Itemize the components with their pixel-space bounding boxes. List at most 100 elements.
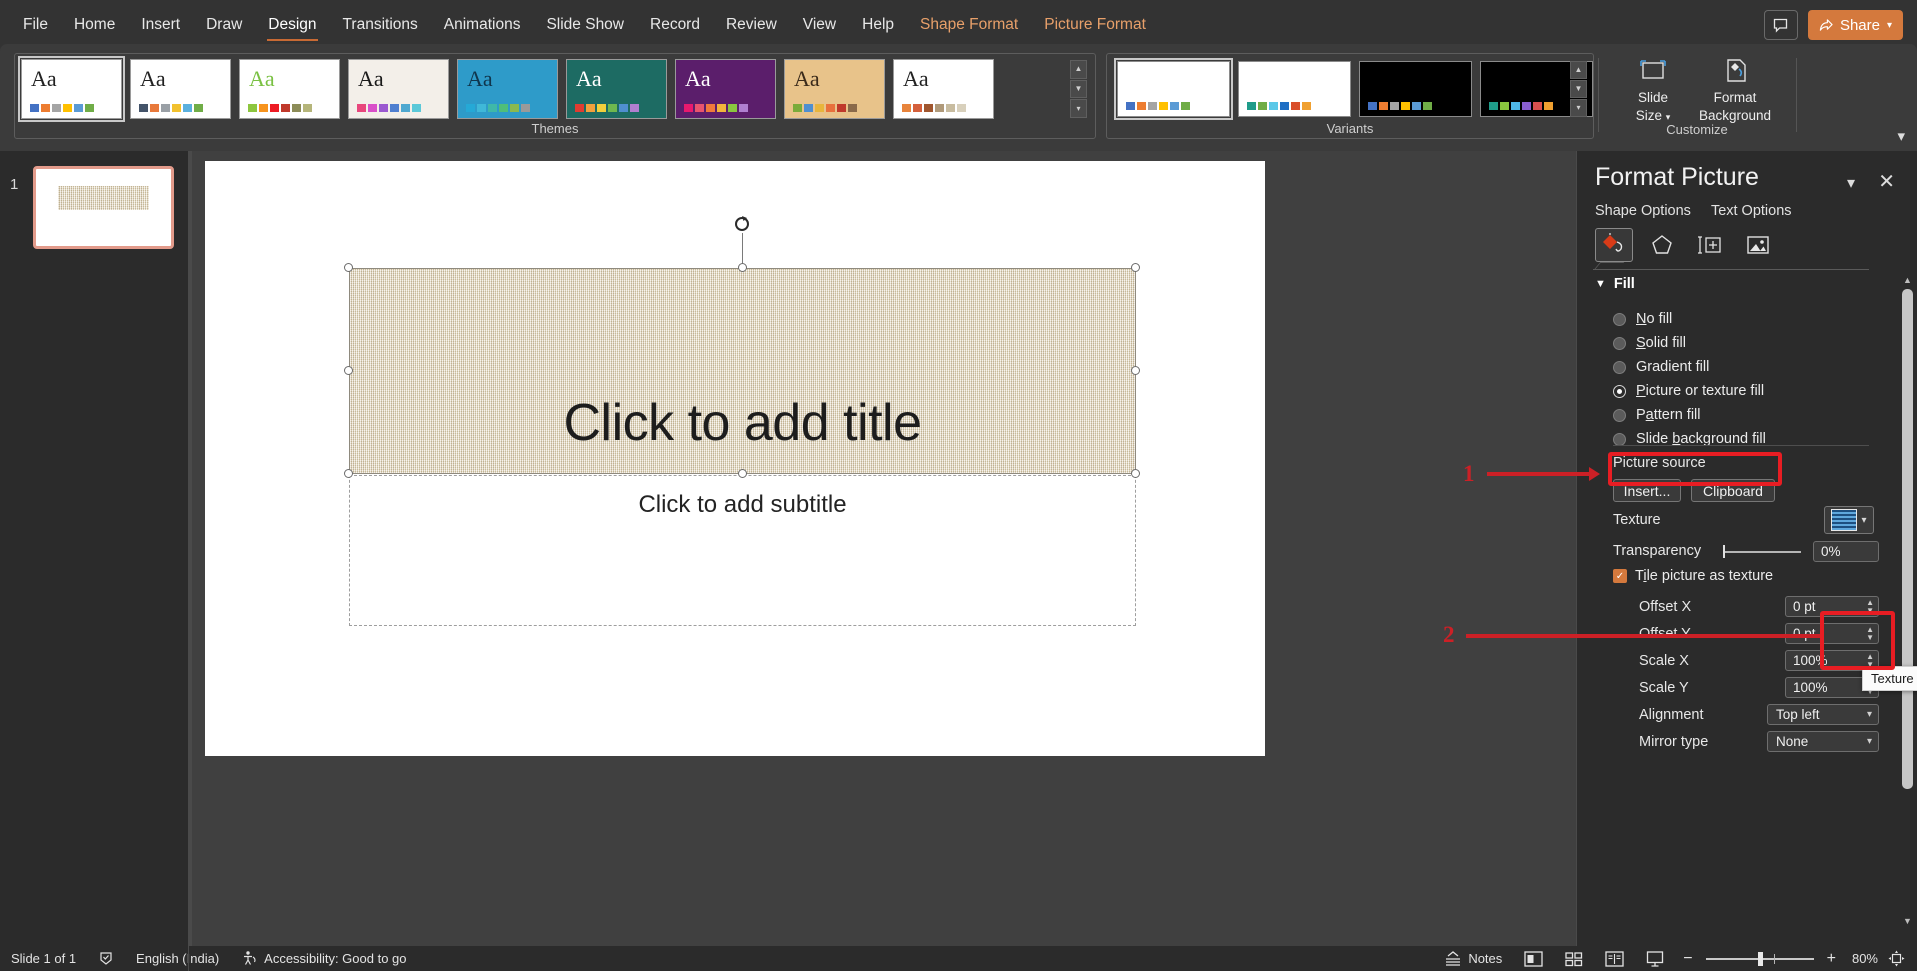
handle-bottom-center[interactable] [738, 469, 747, 478]
spellcheck-button[interactable] [87, 946, 125, 971]
variant-1[interactable] [1114, 58, 1233, 120]
ribbon-tab-record[interactable]: Record [637, 3, 713, 47]
themes-gallery[interactable]: Aa Aa Aa Aa Aa Aa Aa Aa Aa [18, 56, 994, 122]
ribbon-tab-home[interactable]: Home [61, 3, 128, 47]
radio-pattern-fill[interactable]: Pattern fill [1613, 407, 1701, 423]
transparency-value-field[interactable]: 0% [1813, 541, 1879, 562]
ribbon-tab-animations[interactable]: Animations [431, 3, 534, 47]
format-background-button[interactable]: Format Background [1696, 57, 1774, 125]
handle-bottom-left[interactable] [344, 469, 353, 478]
ribbon-tab-transitions[interactable]: Transitions [330, 3, 431, 47]
variants-more-button[interactable]: ▾ [1570, 99, 1587, 117]
themes-scroll-down-button[interactable]: ▼ [1070, 79, 1087, 99]
normal-view-button[interactable] [1513, 946, 1554, 971]
radio-solid-fill[interactable]: Solid fill [1613, 335, 1686, 351]
ribbon-tab-design[interactable]: Design [255, 3, 329, 47]
radio-picture-or-texture-fill[interactable]: Picture or texture fill [1613, 383, 1764, 399]
variant-2[interactable] [1238, 61, 1351, 117]
size-and-properties-icon[interactable] [1691, 228, 1729, 262]
scroll-up-arrow[interactable]: ▲ [1900, 273, 1915, 287]
transparency-slider-thumb[interactable] [1723, 545, 1725, 558]
thumbnail-item[interactable]: 1 [0, 166, 188, 256]
zoom-out-button[interactable]: − [1675, 946, 1696, 971]
texture-dropdown-button[interactable]: ▾ [1824, 506, 1874, 534]
handle-bottom-right[interactable] [1131, 469, 1140, 478]
handle-middle-right[interactable] [1131, 366, 1140, 375]
theme-theme-dividend[interactable]: Aa [566, 59, 667, 119]
accessibility-indicator[interactable]: Accessibility: Good to go [230, 946, 417, 971]
ribbon-tab-help[interactable]: Help [849, 3, 907, 47]
theme-office-theme[interactable]: Aa [18, 56, 125, 122]
zoom-level-indicator[interactable]: 80% [1844, 946, 1886, 971]
subtitle-placeholder[interactable]: Click to add subtitle [349, 475, 1136, 626]
ribbon-tab-insert[interactable]: Insert [128, 3, 193, 47]
panel-close-button[interactable]: ✕ [1878, 169, 1895, 194]
chevron-down-icon[interactable]: ▾ [1887, 20, 1892, 31]
tile-picture-as-texture-checkbox[interactable]: ✓ Tile picture as texture [1613, 568, 1773, 584]
tab-shape-options[interactable]: Shape Options [1595, 203, 1691, 219]
ribbon-tab-slide-show[interactable]: Slide Show [533, 3, 637, 47]
variants-gallery[interactable] [1114, 58, 1593, 120]
mirror-type-select[interactable]: None ▾ [1767, 731, 1879, 752]
scroll-down-arrow[interactable]: ▼ [1900, 914, 1915, 928]
picture-icon[interactable] [1739, 228, 1777, 262]
panel-scrollbar[interactable]: ▲ ▼ [1900, 273, 1915, 928]
themes-more-button[interactable]: ▾ [1070, 99, 1087, 119]
fit-to-window-button[interactable] [1886, 946, 1917, 971]
slide-thumbnail-1[interactable] [33, 166, 174, 249]
variants-scroll-up-button[interactable]: ▲ [1570, 61, 1587, 79]
handle-top-center[interactable] [738, 263, 747, 272]
share-button[interactable]: Share ▾ [1807, 10, 1903, 40]
ribbon-tab-review[interactable]: Review [713, 3, 790, 47]
slide-surface[interactable]: Click to add title Click to add subtitle [205, 161, 1265, 756]
theme-theme-wisp[interactable]: Aa [893, 59, 994, 119]
theme-preview-text: Aa [31, 66, 57, 91]
panel-collapse-button[interactable]: ▾ [1847, 173, 1855, 193]
slideshow-button[interactable] [1635, 946, 1675, 971]
zoom-slider-knob[interactable] [1757, 951, 1763, 966]
language-indicator[interactable]: English (India) [125, 946, 230, 971]
theme-theme-2[interactable]: Aa [130, 59, 231, 119]
title-placeholder[interactable]: Click to add title [349, 268, 1136, 474]
ribbon-tab-view[interactable]: View [790, 3, 849, 47]
transparency-slider[interactable] [1723, 551, 1801, 553]
zoom-in-button[interactable]: + [1823, 946, 1844, 971]
variants-scroll-down-button[interactable]: ▼ [1570, 80, 1587, 98]
themes-scroll-up-button[interactable]: ▲ [1070, 60, 1087, 79]
scroll-thumb[interactable] [1902, 289, 1913, 789]
variants-scroll-controls[interactable]: ▲ ▼ ▾ [1570, 61, 1587, 117]
effects-pentagon-icon[interactable] [1643, 228, 1681, 262]
ribbon-tab-draw[interactable]: Draw [193, 3, 255, 47]
slide-size-button[interactable]: Slide Size ▾ [1614, 57, 1692, 125]
tab-text-options[interactable]: Text Options [1711, 203, 1792, 219]
slide-size-icon [1640, 60, 1666, 79]
handle-top-right[interactable] [1131, 263, 1140, 272]
color-swatch [946, 104, 955, 112]
theme-theme-damask[interactable]: Aa [457, 59, 558, 119]
slide-sorter-button[interactable] [1554, 946, 1594, 971]
reading-view-button[interactable] [1594, 946, 1635, 971]
radio-gradient-fill[interactable]: Gradient fill [1613, 359, 1709, 375]
handle-middle-left[interactable] [344, 366, 353, 375]
comments-button[interactable] [1763, 10, 1798, 40]
fill-section-header[interactable]: ▼ Fill [1595, 276, 1635, 292]
collapse-ribbon-button[interactable]: ▾ [1897, 127, 1905, 145]
slide-count-indicator[interactable]: Slide 1 of 1 [0, 946, 87, 971]
color-swatch [630, 104, 639, 112]
theme-theme-frame[interactable]: Aa [675, 59, 776, 119]
ribbon-tab-picture-format[interactable]: Picture Format [1031, 3, 1159, 47]
themes-scroll-controls[interactable]: ▲ ▼ ▾ [1070, 60, 1087, 119]
theme-theme-badge[interactable]: Aa [348, 59, 449, 119]
rotate-handle[interactable] [731, 213, 753, 235]
radio-no-fill[interactable]: No fill [1613, 311, 1672, 327]
alignment-select[interactable]: Top left ▾ [1767, 704, 1879, 725]
notes-button[interactable]: Notes [1433, 946, 1513, 971]
ribbon-tab-shape-format[interactable]: Shape Format [907, 3, 1031, 47]
ribbon-tab-file[interactable]: File [10, 3, 61, 47]
theme-theme-berlin[interactable]: Aa [239, 59, 340, 119]
fill-and-line-icon[interactable] [1595, 228, 1633, 262]
handle-top-left[interactable] [344, 263, 353, 272]
variant-3[interactable] [1359, 61, 1472, 117]
theme-theme-wood[interactable]: Aa [784, 59, 885, 119]
zoom-slider[interactable] [1705, 951, 1814, 966]
